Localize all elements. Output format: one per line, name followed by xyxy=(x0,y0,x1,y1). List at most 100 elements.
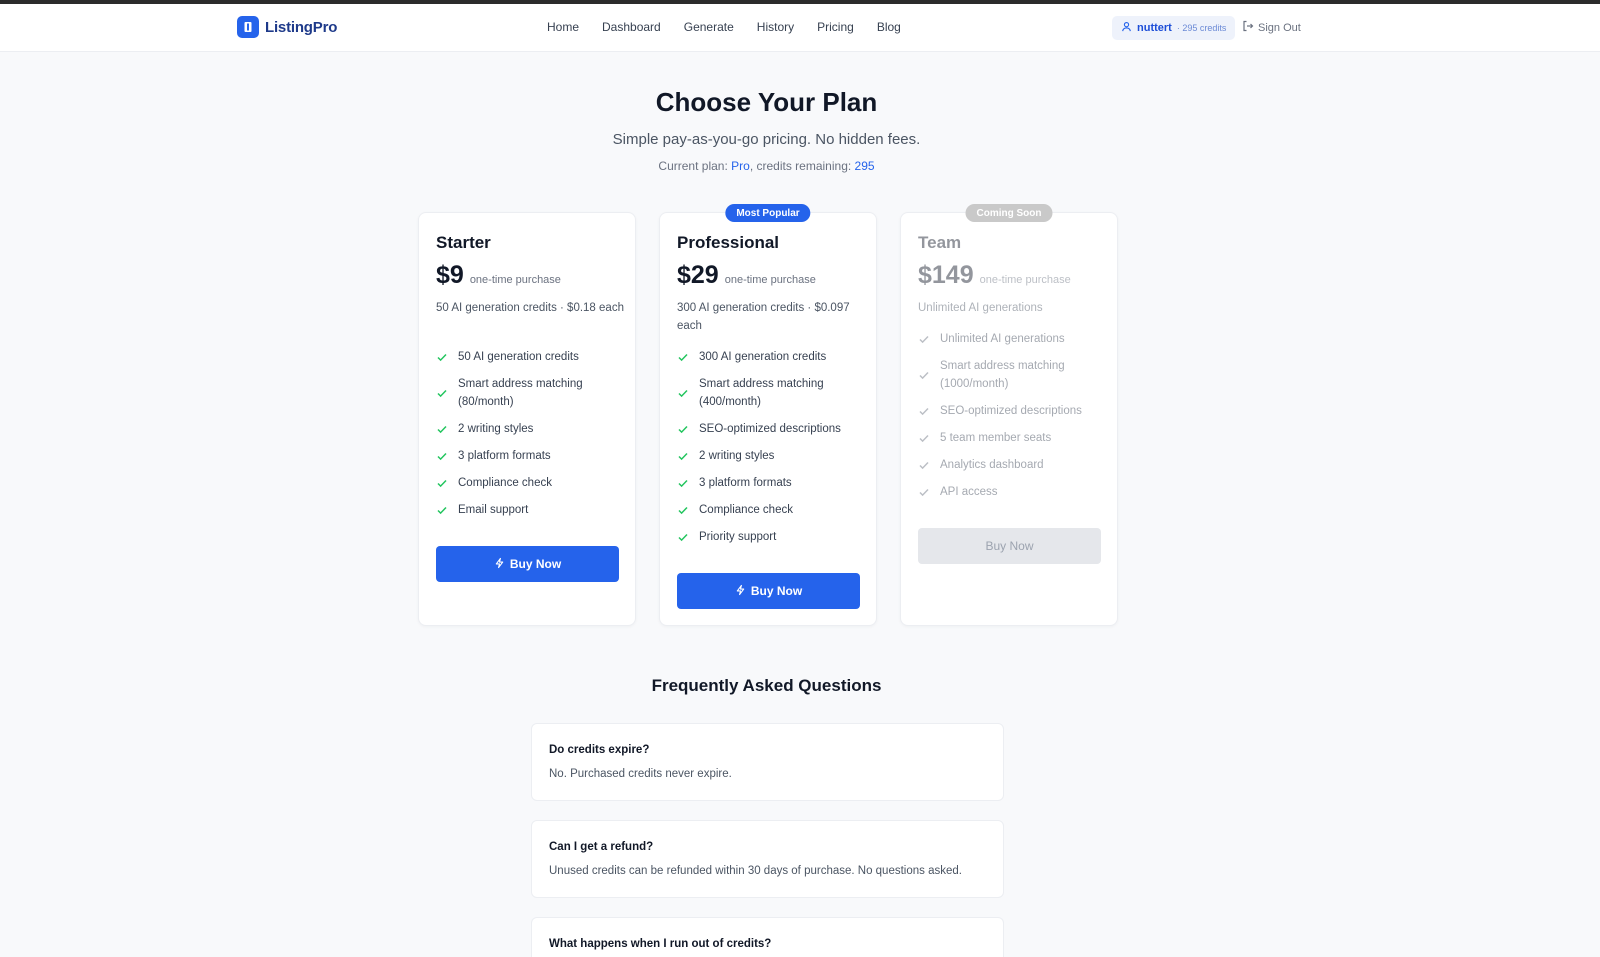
faq-question: Do credits expire? xyxy=(549,744,650,756)
plan-description: Unlimited AI generations xyxy=(918,302,1043,314)
coming-soon-badge: Coming Soon xyxy=(965,204,1053,222)
price-note: one-time purchase xyxy=(469,274,561,286)
faq-title: Frequently Asked Questions xyxy=(651,676,882,695)
nav-link-blog[interactable]: Blog xyxy=(877,20,901,34)
faq-question: Can I get a refund? xyxy=(549,841,654,853)
check-icon xyxy=(677,531,691,543)
user-credits: · 295 credits xyxy=(1176,23,1227,33)
feature-label: 3 platform formats xyxy=(699,476,792,489)
faq-answer: No. Purchased credits never expire. xyxy=(549,768,732,780)
feature-item: SEO-optimized descriptions xyxy=(677,415,859,442)
user-icon xyxy=(1121,19,1132,37)
check-icon xyxy=(436,477,450,489)
sign-out-icon xyxy=(1242,20,1254,35)
price-note: one-time purchase xyxy=(724,274,816,286)
plan-card-professional: Most Popular Professional $29 one-time p… xyxy=(659,204,877,626)
faq-item[interactable]: What happens when I run out of credits? xyxy=(531,917,1004,957)
feature-label: 2 writing styles xyxy=(699,449,775,462)
nav-link-pricing[interactable]: Pricing xyxy=(817,20,854,34)
button-label: Buy Now xyxy=(985,539,1034,553)
check-icon xyxy=(918,432,932,444)
plan-price: $149 xyxy=(918,261,974,289)
faq-answer: Unused credits can be refunded within 30… xyxy=(549,865,962,877)
feature-label: Unlimited AI generations xyxy=(940,332,1065,345)
feature-item: 5 team member seats xyxy=(918,424,1100,451)
check-icon xyxy=(918,459,932,471)
buy-now-button-professional[interactable]: Buy Now xyxy=(677,573,860,609)
feature-item: Unlimited AI generations xyxy=(918,325,1100,352)
feature-list: 300 AI generation credits Smart address … xyxy=(677,343,859,550)
feature-item: 3 platform formats xyxy=(436,442,618,469)
plan-price: $29 xyxy=(677,261,719,289)
building-icon xyxy=(237,16,259,38)
feature-item: 3 platform formats xyxy=(677,469,859,496)
plan-card-starter: Starter $9 one-time purchase 50 AI gener… xyxy=(418,212,636,626)
current-plan-name: Pro xyxy=(731,159,750,173)
feature-item: Smart address matching (400/month) xyxy=(677,370,859,415)
plan-card-team: Coming Soon Team $149 one-time purchase … xyxy=(900,204,1118,626)
check-icon xyxy=(918,369,932,381)
feature-label: SEO-optimized descriptions xyxy=(940,404,1082,417)
feature-label: 5 team member seats xyxy=(940,431,1052,444)
brand-name: ListingPro xyxy=(265,18,338,36)
button-label: Buy Now xyxy=(750,584,803,598)
nav-link-dashboard[interactable]: Dashboard xyxy=(602,20,661,34)
feature-label: Analytics dashboard xyxy=(940,458,1044,471)
plan-name: Professional xyxy=(677,233,780,252)
buy-now-button-starter[interactable]: Buy Now xyxy=(436,546,619,582)
navbar: ListingPro Home Dashboard Generate Histo… xyxy=(0,4,1600,52)
price-row: $149 one-time purchase xyxy=(918,261,1071,290)
page-subtitle: Simple pay-as-you-go pricing. No hidden … xyxy=(612,131,921,148)
feature-item: API access xyxy=(918,478,1100,505)
check-icon xyxy=(436,504,450,516)
most-popular-badge: Most Popular xyxy=(725,204,811,222)
check-icon xyxy=(918,333,932,345)
feature-label: 50 AI generation credits xyxy=(458,350,579,363)
feature-label: Email support xyxy=(458,503,529,516)
feature-list: Unlimited AI generations Smart address m… xyxy=(918,325,1100,505)
check-icon xyxy=(436,423,450,435)
feature-label: Compliance check xyxy=(699,503,793,516)
current-plan-info: Current plan: Pro, credits remaining: 29… xyxy=(0,159,1533,173)
feature-item: 50 AI generation credits xyxy=(436,343,618,370)
brand-logo[interactable]: ListingPro xyxy=(237,16,337,38)
feature-item: 300 AI generation credits xyxy=(677,343,859,370)
feature-label: Smart address matching (80/month) xyxy=(458,377,583,408)
feature-item: Compliance check xyxy=(677,496,859,523)
faq-item[interactable]: Do credits expire? No. Purchased credits… xyxy=(531,723,1004,801)
feature-item: SEO-optimized descriptions xyxy=(918,397,1100,424)
plan-name: Starter xyxy=(436,233,491,252)
plan-price: $9 xyxy=(436,261,464,289)
button-label: Buy Now xyxy=(509,557,562,571)
lightning-icon xyxy=(735,584,746,599)
credits-prefix: , credits remaining: xyxy=(749,159,852,173)
check-icon xyxy=(436,450,450,462)
price-row: $29 one-time purchase xyxy=(677,261,816,290)
sign-out-link[interactable]: Sign Out xyxy=(1242,20,1301,35)
feature-label: 2 writing styles xyxy=(458,422,534,435)
buy-now-button-team-disabled[interactable]: Buy Now xyxy=(918,528,1101,564)
sign-out-label: Sign Out xyxy=(1258,21,1301,34)
credits-remaining: 295 xyxy=(854,159,875,173)
feature-item: 2 writing styles xyxy=(436,415,618,442)
plan-description: 300 AI generation credits · $0.097 each xyxy=(677,302,850,332)
check-icon xyxy=(677,387,691,399)
check-icon xyxy=(677,351,691,363)
feature-item: Smart address matching (80/month) xyxy=(436,370,618,415)
plan-name: Team xyxy=(918,233,962,252)
nav-link-history[interactable]: History xyxy=(757,20,794,34)
lightning-icon xyxy=(494,557,505,572)
nav-link-home[interactable]: Home xyxy=(547,20,579,34)
user-name: nuttert xyxy=(1137,22,1172,34)
feature-list: 50 AI generation credits Smart address m… xyxy=(436,343,618,523)
check-icon xyxy=(918,486,932,498)
check-icon xyxy=(677,504,691,516)
user-account-pill[interactable]: nuttert · 295 credits xyxy=(1112,16,1236,40)
check-icon xyxy=(677,450,691,462)
check-icon xyxy=(436,387,450,399)
faq-item[interactable]: Can I get a refund? Unused credits can b… xyxy=(531,820,1004,898)
nav-link-generate[interactable]: Generate xyxy=(684,20,734,34)
feature-item: Compliance check xyxy=(436,469,618,496)
feature-label: Smart address matching (1000/month) xyxy=(940,359,1065,390)
feature-item: Smart address matching (1000/month) xyxy=(918,352,1100,397)
